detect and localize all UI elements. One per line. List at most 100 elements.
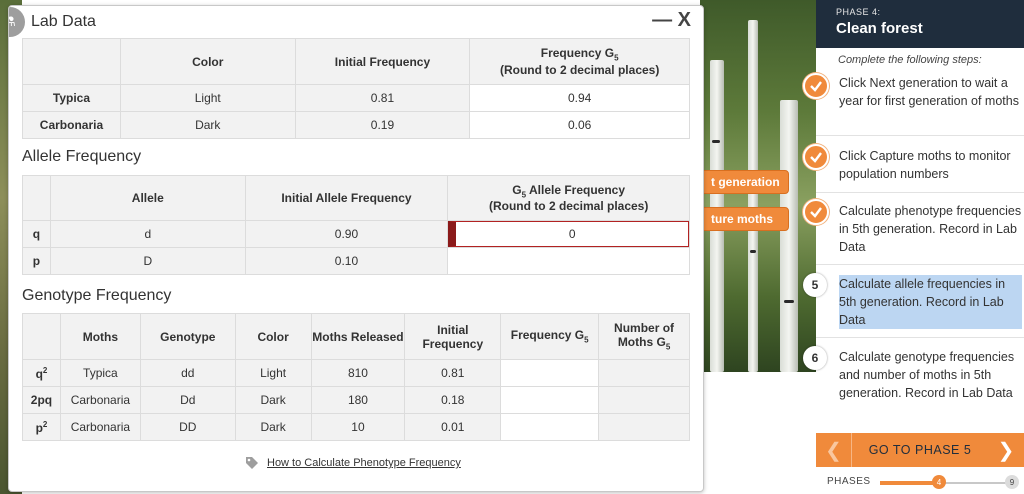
cell-initial: 0.19 (294, 111, 471, 139)
cell-released: 180 (310, 386, 406, 414)
row-label: p (22, 247, 51, 275)
step-number: 5 (803, 273, 827, 297)
cell-released: 810 (310, 359, 406, 387)
check-icon (803, 199, 829, 225)
step-item: 6 Calculate genotype frequencies and num… (803, 338, 1024, 430)
g5-allele-q-input[interactable] (448, 221, 689, 247)
col-initial-frequency: Initial Frequency (294, 38, 471, 85)
cell-moths: Carbonaria (59, 413, 141, 441)
step-text: Click Next generation to wait a year for… (839, 76, 1019, 108)
cell-genotype: DD (139, 413, 236, 441)
cell-color: Light (234, 359, 312, 387)
cell-color: Light (119, 84, 296, 112)
row-label-p2: p2 (22, 413, 61, 441)
row-label: Typica (22, 84, 121, 112)
check-icon (803, 144, 829, 170)
step-item: Click Next generation to wait a year for… (803, 68, 1024, 136)
step-item: Calculate phenotype frequencies in 5th g… (803, 193, 1024, 265)
cell-initial: 0.90 (244, 220, 449, 248)
lab-data-header: ⚗ Lab Data — X (9, 6, 703, 38)
steps-intro: Complete the following steps: (838, 54, 982, 66)
cell-num-g5[interactable] (598, 386, 690, 414)
phase-name: Clean forest (836, 20, 923, 37)
step-text: Calculate phenotype frequencies in 5th g… (839, 204, 1022, 254)
col-number-moths-g5: Number of Moths G5 (598, 313, 690, 360)
phases-fill (880, 481, 939, 485)
phenotype-table: Color Initial Frequency Frequency G5 (Rou… (22, 38, 690, 139)
cell-initial: 0.81 (294, 84, 471, 112)
step-item: Click Capture moths to monitor populatio… (803, 136, 1024, 193)
col-frequency-g5: Frequency G5 (Round to 2 decimal places) (469, 38, 690, 85)
cell-initial: 0.81 (404, 359, 502, 387)
cell-color: Dark (119, 111, 296, 139)
allele-frequency-title: Allele Frequency (22, 148, 142, 165)
phase-current-dot: 4 (932, 475, 946, 489)
cell-num-g5[interactable] (598, 413, 690, 441)
step-item-current: 5 Calculate allele frequencies in 5th ge… (803, 265, 1024, 338)
phases-progress: PHASES 4 9 (816, 470, 1024, 494)
cell-g5-input-wrap (447, 220, 690, 248)
header-empty (22, 38, 121, 85)
header-empty (22, 175, 51, 221)
col-frequency-g5: Frequency G5 (500, 313, 600, 360)
help-link-text[interactable]: How to Calculate Phenotype Frequency (267, 457, 461, 469)
close-button[interactable]: — X (652, 9, 691, 32)
next-generation-button[interactable]: t generation (700, 170, 789, 194)
cell-g5[interactable]: 0.94 (469, 84, 690, 112)
step-number: 6 (803, 346, 827, 370)
row-label-q2: q2 (22, 359, 61, 387)
check-icon (803, 73, 829, 99)
cell-allele: d (49, 220, 246, 248)
cell-allele: D (49, 247, 246, 275)
flask-icon: ⚗ (9, 7, 25, 37)
phases-label: PHASES (827, 476, 871, 487)
col-initial-allele-frequency: Initial Allele Frequency (244, 175, 449, 221)
col-moths: Moths (59, 313, 141, 360)
cell-freq-g5-input[interactable] (500, 359, 600, 387)
phase-header: PHASE 4: Clean forest (816, 0, 1024, 48)
cell-genotype: dd (139, 359, 236, 387)
go-to-phase-button[interactable]: ❮ GO TO PHASE 5 ❯ (816, 433, 1024, 467)
col-moths-released: Moths Released (310, 313, 406, 360)
row-label-2pq: 2pq (22, 386, 61, 414)
phase-total-dot: 9 (1005, 475, 1019, 489)
cell-initial: 0.18 (404, 386, 502, 414)
allele-table: Allele Initial Allele Frequency G5 Allel… (22, 175, 690, 275)
lab-data-window: ⚗ Lab Data — X Color Initial Frequency F… (8, 5, 704, 492)
cell-freq-g5-input[interactable] (500, 386, 600, 414)
capture-moths-button[interactable]: ture moths (700, 207, 789, 231)
row-label: q (22, 220, 51, 248)
row-label: Carbonaria (22, 111, 121, 139)
cell-color: Dark (234, 413, 312, 441)
col-color: Color (119, 38, 296, 85)
genotype-frequency-title: Genotype Frequency (22, 287, 172, 304)
step-text: Calculate genotype frequencies and numbe… (839, 350, 1015, 400)
cell-moths: Carbonaria (59, 386, 141, 414)
col-genotype: Genotype (139, 313, 236, 360)
step-text: Click Capture moths to monitor populatio… (839, 149, 1011, 181)
cell-initial: 0.01 (404, 413, 502, 441)
cell-genotype: Dd (139, 386, 236, 414)
genotype-table: Moths Genotype Color Moths Released Init… (22, 313, 690, 441)
cell-released: 10 (310, 413, 406, 441)
scene-bottom-white (700, 372, 816, 494)
header-empty (22, 313, 61, 360)
go-to-phase-label[interactable]: GO TO PHASE 5 (852, 443, 988, 457)
step-text: Calculate allele frequencies in 5th gene… (839, 275, 1022, 329)
phase-label: PHASE 4: (836, 7, 881, 17)
g5-allele-p-input[interactable] (447, 247, 690, 275)
phase-panel: PHASE 4: Clean forest Complete the follo… (803, 0, 1024, 494)
cell-color: Dark (234, 386, 312, 414)
cell-g5[interactable]: 0.06 (469, 111, 690, 139)
cell-initial: 0.10 (244, 247, 449, 275)
col-initial-frequency: Initial Frequency (404, 313, 502, 360)
col-color: Color (234, 313, 312, 360)
chevron-right-icon[interactable]: ❯ (988, 433, 1024, 467)
help-link[interactable]: How to Calculate Phenotype Frequency (245, 456, 461, 470)
cell-freq-g5-input[interactable] (500, 413, 600, 441)
col-g5-allele-frequency: G5 Allele Frequency (Round to 2 decimal p… (447, 175, 690, 221)
cell-moths: Typica (59, 359, 141, 387)
cell-num-g5[interactable] (598, 359, 690, 387)
chevron-left-icon[interactable]: ❮ (816, 433, 852, 467)
tag-icon (246, 457, 258, 469)
